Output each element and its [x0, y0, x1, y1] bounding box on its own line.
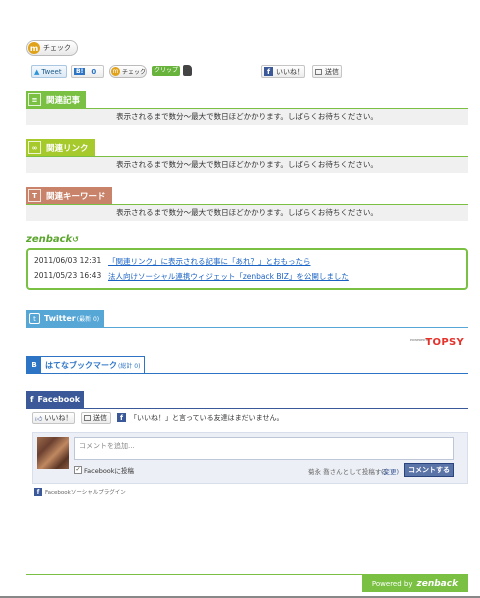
hatena-b-icon: B! [74, 68, 86, 75]
facebook-like-label-top: いいね！ [276, 67, 304, 76]
twitter-tab[interactable]: t Twitter (最新 0) [26, 310, 105, 327]
facebook-send-label: 送信 [93, 414, 107, 422]
facebook-header: f Facebook [26, 391, 468, 409]
facebook-tab[interactable]: f Facebook [26, 391, 85, 408]
related-articles-header: ≡ 関連記事 [26, 91, 468, 109]
news-date: 2011/06/03 12:31 [34, 256, 102, 265]
related-keywords-header: T 関連キーワード [26, 187, 468, 205]
zenback-news-item: 2011/06/03 12:31 「関連リンク」に表示される記事に「あれ？」とお… [34, 256, 311, 268]
related-keywords-tab[interactable]: T 関連キーワード [26, 187, 112, 204]
facebook-send-button[interactable]: 送信 [81, 412, 111, 424]
twitter-bird-icon: ▲ [34, 67, 40, 76]
comment-submit-button[interactable]: コメントする [404, 463, 454, 477]
comment-placeholder: コメントを追加... [79, 442, 135, 450]
facebook-f-icon: f [264, 67, 273, 76]
facebook-plugin-icon: f [34, 488, 42, 496]
hatena-bookmark-header: B はてなブックマーク (総計 0) [26, 356, 468, 374]
related-links-header: ∞ 関連リンク [26, 139, 468, 157]
mixi-check-button[interactable]: m チェック [109, 65, 147, 78]
hatena-count: 0 [91, 67, 97, 76]
topsy-logo[interactable]: TOPSY [425, 337, 464, 348]
related-keywords-title: 関連キーワード [46, 191, 106, 202]
mixi-small-icon: m [111, 67, 120, 76]
change-account-link[interactable]: (変更) [381, 466, 399, 476]
clip-button[interactable]: クリップ [152, 66, 180, 76]
send-icon [315, 68, 322, 75]
hatena-bookmark-title: はてなブックマーク [45, 360, 117, 370]
keyword-icon: T [28, 189, 41, 202]
facebook-plugin-label: Facebookソーシャルプラグイン [45, 490, 126, 496]
facebook-like-button-top[interactable]: f いいね！ [261, 65, 305, 78]
twitter-title: Twitter [44, 314, 76, 323]
facebook-tab-icon: f [30, 395, 34, 404]
evernote-icon[interactable] [183, 65, 192, 76]
related-links-notice: 表示されるまで数分～最大で数日ほどかかります。しばらくお待ちください。 [26, 157, 468, 173]
hatena-tab-icon: B [27, 357, 41, 373]
related-links-tab[interactable]: ∞ 関連リンク [26, 139, 95, 156]
post-to-facebook-checkbox[interactable]: ✓ Facebookに投稿 [74, 465, 134, 475]
twitter-header: t Twitter (最新 0) [26, 310, 468, 328]
mixi-icon: m [28, 42, 40, 54]
news-link[interactable]: 法人向けソーシャル連携ウィジェット「zenback BIZ」を公開しました [108, 271, 349, 283]
thumbs-up-icon: 👍︎ [35, 414, 43, 423]
post-to-facebook-label: Facebookに投稿 [84, 467, 135, 475]
twitter-icon: t [29, 313, 40, 324]
link-icon: ∞ [28, 141, 41, 154]
powered-by-label: Powered by [371, 579, 413, 588]
avatar [37, 437, 69, 469]
facebook-like-label: いいね！ [44, 414, 73, 422]
related-articles-title: 関連記事 [46, 95, 81, 106]
facebook-send-label-top: 送信 [325, 67, 339, 76]
zenback-logo-swoosh-icon: ↺ [72, 235, 79, 244]
checkbox[interactable]: ✓ [74, 466, 82, 474]
facebook-like-button[interactable]: 👍︎ いいね！ [32, 412, 75, 424]
send-icon [84, 415, 91, 421]
tweet-label: Tweet [41, 67, 62, 76]
related-articles-notice: 表示されるまで数分～最大で数日ほどかかります。しばらくお待ちください。 [26, 109, 468, 125]
comment-input[interactable]: コメントを追加... [74, 437, 454, 460]
powered-by-zenback[interactable]: Powered by zenback [362, 575, 468, 592]
zenback-news-box [26, 248, 468, 290]
related-keywords-notice: 表示されるまで数分～最大で数日ほどかかります。しばらくお待ちください。 [26, 205, 468, 221]
zenback-logo[interactable]: zenback↺ [26, 234, 79, 245]
hatena-bookmark-button[interactable]: B! 0 [71, 65, 104, 78]
news-date: 2011/05/23 16:43 [34, 271, 102, 280]
facebook-title: Facebook [37, 395, 81, 404]
facebook-small-icon: f [117, 413, 126, 422]
news-link[interactable]: 「関連リンク」に表示される記事に「あれ？」とおもったら [108, 256, 311, 268]
tweet-button[interactable]: ▲ Tweet [31, 65, 67, 78]
related-links-title: 関連リンク [46, 143, 89, 154]
comment-submit-label: コメントする [408, 466, 450, 474]
topsy-powered: POWERED BY TOPSY [396, 336, 466, 350]
facebook-send-button-top[interactable]: 送信 [312, 65, 342, 78]
document-icon: ≡ [28, 93, 41, 106]
footer-zenback-logo: zenback [416, 578, 459, 589]
related-articles-tab[interactable]: ≡ 関連記事 [26, 91, 87, 108]
facebook-like-message: 「いいね！」と言っている友達はまだいません。 [130, 414, 284, 422]
facebook-social-plugin[interactable]: f Facebookソーシャルプラグイン [34, 488, 126, 496]
clip-label: クリップ [153, 67, 178, 74]
mixi-check-top-button[interactable]: m チェック [26, 40, 78, 56]
mixi-check-label: チェック [122, 69, 147, 76]
zenback-news-item: 2011/05/23 16:43 法人向けソーシャル連携ウィジェット「zenba… [34, 271, 349, 283]
hatena-bookmark-tab[interactable]: B はてなブックマーク (総計 0) [26, 356, 146, 373]
hatena-bookmark-count: (総計 0) [118, 362, 141, 370]
twitter-count: (最新 0) [76, 316, 100, 323]
mixi-check-top-label: チェック [43, 44, 71, 52]
zenback-logo-text: zenback [26, 234, 73, 245]
posting-as-text: 菊永 喬さんとして投稿する [308, 468, 388, 476]
